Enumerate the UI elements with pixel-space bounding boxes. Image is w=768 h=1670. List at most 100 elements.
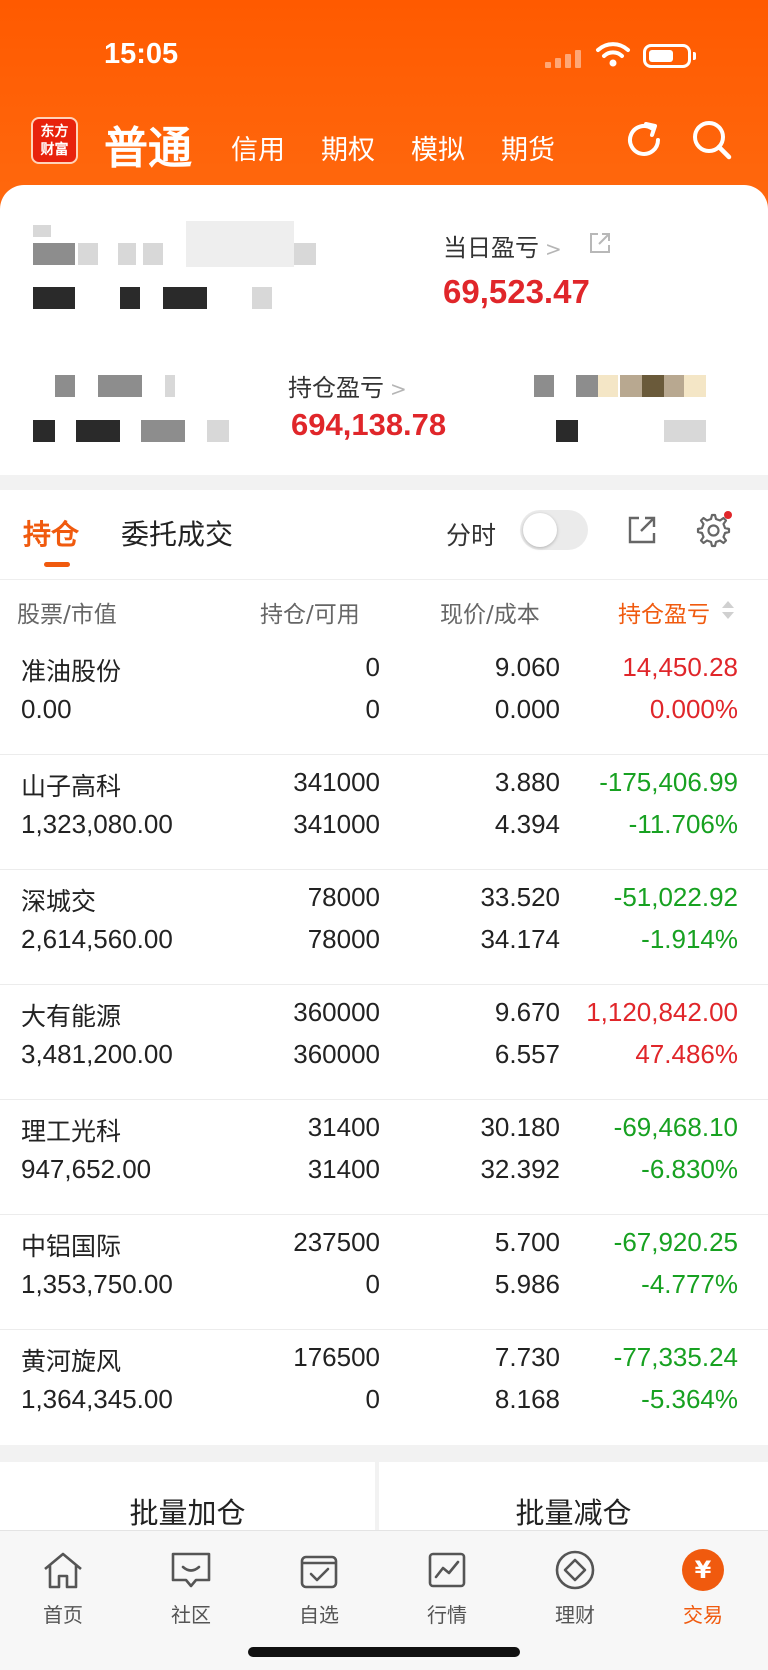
- market-value: 3,481,200.00: [21, 1039, 173, 1069]
- tab-credit[interactable]: 信用: [231, 128, 285, 167]
- battery-icon: [643, 44, 696, 68]
- wifi-icon: [596, 42, 630, 67]
- home-icon: [44, 1552, 82, 1589]
- market-icon: [428, 1552, 466, 1588]
- settings-gear-icon[interactable]: [692, 510, 732, 550]
- position-pnl-pct: 47.486%: [635, 1039, 738, 1069]
- nav-community[interactable]: 社区: [141, 1549, 241, 1628]
- position-pnl-pct: -5.364%: [641, 1384, 738, 1414]
- available-qty: 0: [365, 1384, 380, 1414]
- current-price: 9.670: [494, 997, 560, 1027]
- current-price: 30.180: [480, 1112, 560, 1142]
- holding-qty: 237500: [293, 1227, 380, 1257]
- tab-simulation[interactable]: 模拟: [411, 128, 465, 167]
- available-qty: 341000: [293, 809, 380, 839]
- position-pnl: -69,468.10: [613, 1112, 738, 1142]
- available-qty: 78000: [307, 924, 380, 954]
- market-value: 947,652.00: [21, 1154, 152, 1184]
- position-tabs: 持仓 委托成交 分时: [0, 490, 768, 580]
- daily-pnl-value: 69,523.47: [443, 273, 590, 310]
- stock-name: 深城交: [21, 887, 97, 916]
- column-price-cost: 现价/成本: [440, 602, 540, 628]
- batch-reduce-button[interactable]: 批量减仓: [379, 1462, 768, 1532]
- home-indicator: [248, 1647, 520, 1657]
- position-pnl-value: 694,138.78: [291, 407, 447, 442]
- position-pnl-label[interactable]: 持仓盈亏 >: [288, 368, 407, 403]
- nav-watchlist[interactable]: 自选: [269, 1549, 369, 1628]
- position-pnl: 1,120,842.00: [586, 997, 738, 1027]
- stock-name: 黄河旋风: [21, 1347, 122, 1376]
- logo-text-bottom: 财富: [40, 141, 69, 158]
- wealth-icon: [555, 1550, 595, 1590]
- share-icon[interactable]: [588, 231, 612, 255]
- table-row[interactable]: 准油股份 0.00 0 0 9.060 0.000 14,450.28 0.00…: [0, 640, 768, 755]
- holding-qty: 0: [365, 652, 380, 682]
- position-pnl: 14,450.28: [622, 652, 738, 682]
- search-icon[interactable]: [690, 118, 734, 162]
- nav-wealth[interactable]: 理财: [525, 1549, 625, 1628]
- holding-qty: 341000: [293, 767, 380, 797]
- daily-pnl-label[interactable]: 当日盈亏 >: [443, 228, 562, 263]
- column-holding-available: 持仓/可用: [260, 602, 360, 628]
- trade-icon: ¥: [682, 1549, 724, 1591]
- nav-trade[interactable]: ¥ 交易: [653, 1549, 753, 1628]
- table-row[interactable]: 山子高科 1,323,080.00 341000 341000 3.880 4.…: [0, 755, 768, 870]
- position-pnl: -67,920.25: [613, 1227, 738, 1257]
- signal-icon: [545, 50, 583, 68]
- stock-name: 大有能源: [21, 1002, 122, 1031]
- cost-price: 8.168: [494, 1384, 560, 1414]
- cost-price: 34.174: [480, 924, 560, 954]
- chevron-right-icon: >: [390, 377, 407, 401]
- holding-qty: 360000: [293, 997, 380, 1027]
- tab-orders-trades[interactable]: 委托成交: [121, 513, 233, 553]
- tab-normal[interactable]: 普通: [104, 112, 192, 176]
- active-tab-indicator: [44, 562, 70, 567]
- position-pnl-pct: -6.830%: [641, 1154, 738, 1184]
- current-price: 33.520: [480, 882, 560, 912]
- tab-options[interactable]: 期权: [321, 128, 375, 167]
- table-row[interactable]: 理工光科 947,652.00 31400 31400 30.180 32.39…: [0, 1100, 768, 1215]
- community-icon: [171, 1552, 211, 1588]
- table-row[interactable]: 黄河旋风 1,364,345.00 176500 0 7.730 8.168 -…: [0, 1330, 768, 1445]
- watchlist-icon: [300, 1555, 338, 1589]
- position-pnl-label-text: 持仓盈亏: [288, 374, 384, 402]
- position-pnl: -175,406.99: [599, 767, 738, 797]
- position-pnl-pct: -4.777%: [641, 1269, 738, 1299]
- stock-name: 理工光科: [21, 1117, 122, 1146]
- market-value: 1,353,750.00: [21, 1269, 173, 1299]
- nav-label: 首页: [43, 1603, 83, 1627]
- available-qty: 360000: [293, 1039, 380, 1069]
- share-icon[interactable]: [626, 514, 658, 546]
- app-logo: 东方 财富: [31, 117, 78, 164]
- current-price: 5.700: [494, 1227, 560, 1257]
- column-stock-value: 股票/市值: [17, 602, 117, 628]
- position-pnl-pct: -11.706%: [628, 809, 738, 839]
- cost-price: 0.000: [494, 694, 560, 724]
- available-qty: 31400: [307, 1154, 380, 1184]
- nav-market[interactable]: 行情: [397, 1549, 497, 1628]
- cost-price: 6.557: [494, 1039, 560, 1069]
- cost-price: 4.394: [494, 809, 560, 839]
- refresh-icon[interactable]: [622, 118, 666, 162]
- nav-label: 自选: [299, 1603, 339, 1627]
- position-pnl: -77,335.24: [613, 1342, 738, 1372]
- sort-arrows-icon[interactable]: [721, 600, 735, 622]
- table-row[interactable]: 中铝国际 1,353,750.00 237500 0 5.700 5.986 -…: [0, 1215, 768, 1330]
- batch-add-button[interactable]: 批量加仓: [0, 1462, 375, 1532]
- tab-holdings[interactable]: 持仓: [23, 513, 79, 553]
- table-row[interactable]: 大有能源 3,481,200.00 360000 360000 9.670 6.…: [0, 985, 768, 1100]
- column-position-pnl[interactable]: 持仓盈亏: [618, 595, 710, 629]
- market-value: 1,364,345.00: [21, 1384, 173, 1414]
- stock-name: 准油股份: [21, 657, 122, 686]
- timeshare-label: 分时: [446, 521, 497, 550]
- table-row[interactable]: 深城交 2,614,560.00 78000 78000 33.520 34.1…: [0, 870, 768, 985]
- nav-home[interactable]: 首页: [13, 1549, 113, 1628]
- available-qty: 0: [365, 694, 380, 724]
- timeshare-toggle[interactable]: [520, 510, 588, 550]
- current-price: 7.730: [494, 1342, 560, 1372]
- holding-qty: 176500: [293, 1342, 380, 1372]
- stock-name: 中铝国际: [21, 1232, 122, 1261]
- available-qty: 0: [365, 1269, 380, 1299]
- tab-futures[interactable]: 期货: [501, 128, 555, 167]
- market-value: 1,323,080.00: [21, 809, 173, 839]
